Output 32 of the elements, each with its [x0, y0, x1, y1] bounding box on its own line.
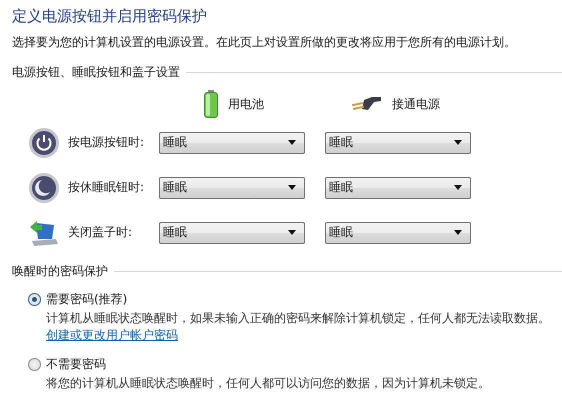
action-dropdown[interactable]: 睡眠 — [325, 222, 471, 244]
caret-icon — [454, 230, 462, 235]
section-heading: 唤醒时的密码保护 — [12, 262, 108, 280]
column-label: 接通电源 — [392, 96, 440, 112]
action-dropdown[interactable]: 睡眠 — [325, 176, 471, 198]
battery-icon — [204, 90, 218, 118]
caret-icon — [288, 140, 296, 145]
setting-label: 按休睡眠钮时: — [68, 179, 146, 196]
radio-button[interactable] — [28, 358, 41, 370]
setting-label: 关闭盖子时: — [68, 224, 134, 241]
section-heading: 电源按钮、睡眠按钮和盖子设置 — [12, 64, 180, 80]
action-dropdown[interactable]: 睡眠 — [159, 222, 305, 244]
radio-button[interactable] — [28, 292, 41, 306]
caret-icon — [454, 185, 462, 190]
page-title: 定义电源按钮并启用密码保护 — [12, 6, 208, 27]
option-label: 不需要密码 — [46, 356, 106, 372]
action-dropdown[interactable]: 睡眠 — [325, 132, 471, 154]
option-label: 需要密码(推荐) — [46, 290, 128, 308]
setting-label: 按电源按钮时: — [68, 134, 146, 151]
caret-icon — [288, 230, 296, 235]
moon-icon — [28, 172, 60, 204]
column-label: 用电池 — [228, 96, 264, 112]
page-description: 选择要为您的计算机设置的电源设置。在此页上对设置所做的更改将应用于您所有的电源计划。 — [12, 34, 517, 50]
password-link[interactable]: 创建或更改用户帐户密码 — [46, 328, 178, 342]
option-description: 将您的计算机从睡眠状态唤醒时，任何人都可以访问您的数据，因为计算机未锁定。 — [46, 375, 491, 392]
action-dropdown[interactable]: 睡眠 — [159, 176, 305, 198]
option-description: 计算机从睡眠状态唤醒时，如果未输入正确的密码来解除计算机锁定，任何人都无法读取数据。 创建或更改用户帐户密码 — [46, 310, 551, 344]
action-dropdown[interactable]: 睡眠 — [159, 132, 305, 154]
caret-icon — [288, 185, 296, 190]
power-icon — [28, 126, 60, 158]
plug-icon — [350, 95, 382, 113]
caret-icon — [454, 140, 462, 145]
